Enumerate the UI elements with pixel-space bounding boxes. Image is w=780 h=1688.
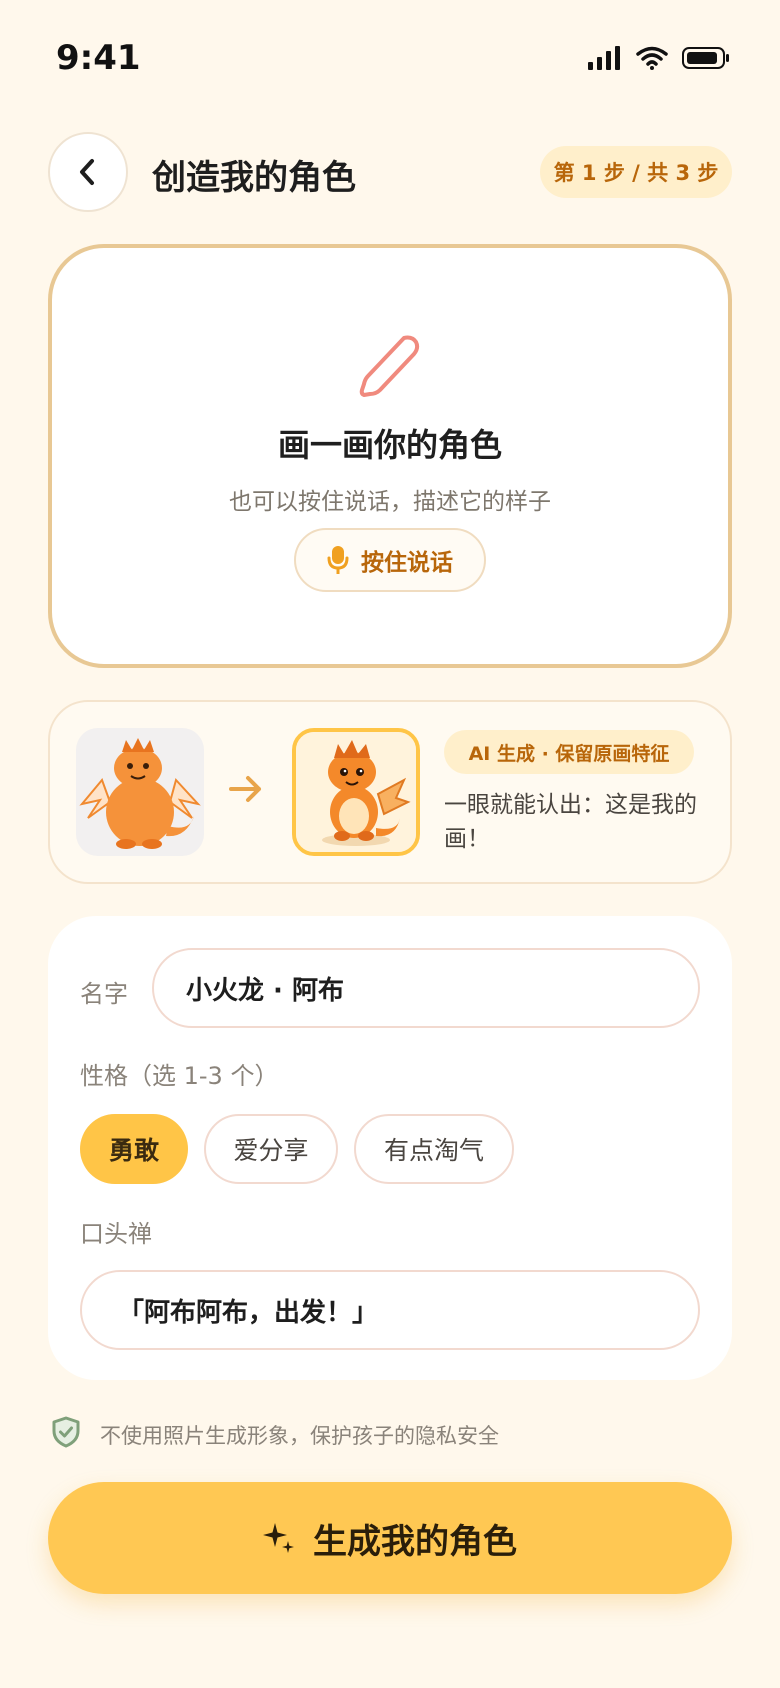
status-time: 9:41 xyxy=(56,38,141,78)
personality-label: 性格（选 1-3 个） xyxy=(80,1062,279,1090)
pencil-icon xyxy=(359,335,420,397)
catchphrase-label: 口头禅 xyxy=(80,1220,152,1248)
draw-subtitle: 也可以按住说话，描述它的样子 xyxy=(229,489,551,515)
step-badge: 第 1 步 / 共 3 步 xyxy=(540,146,732,198)
crayon-dragon-image xyxy=(79,738,201,849)
privacy-note: 不使用照片生成形象，保护孩子的隐私安全 xyxy=(100,1424,499,1448)
wifi-icon xyxy=(636,46,668,70)
trait-chip-sharing[interactable]: 爱分享 xyxy=(204,1114,338,1184)
draw-title: 画一画你的角色 xyxy=(277,426,502,464)
ai-generated-badge: AI 生成 · 保留原画特征 xyxy=(444,730,694,774)
signal-icon xyxy=(588,46,620,70)
arrow-right-icon xyxy=(229,776,261,802)
trait-chip-brave[interactable]: 勇敢 xyxy=(80,1114,188,1184)
battery-icon xyxy=(682,47,729,69)
generate-button-label: 生成我的角色 xyxy=(313,1521,517,1562)
ai-generated-thumbnail xyxy=(292,728,420,856)
back-button[interactable] xyxy=(48,132,128,212)
name-label: 名字 xyxy=(80,980,128,1008)
trait-chip-naughty[interactable]: 有点淘气 xyxy=(354,1114,514,1184)
hold-to-talk-button[interactable]: 按住说话 xyxy=(294,528,486,592)
ai-preview-description: 一眼就能认出：这是我的画！ xyxy=(444,792,697,852)
name-input[interactable]: 小火龙 · 阿布 xyxy=(152,948,700,1028)
original-drawing-thumbnail xyxy=(76,728,204,856)
page-title: 创造我的角色 xyxy=(152,158,356,198)
status-icons xyxy=(588,46,730,70)
microphone-icon xyxy=(327,546,349,574)
shield-check-icon xyxy=(52,1416,80,1448)
hold-to-talk-label: 按住说话 xyxy=(361,550,453,576)
sparkle-icon xyxy=(263,1523,294,1553)
chevron-left-icon xyxy=(80,159,94,185)
generate-character-button[interactable]: 生成我的角色 xyxy=(48,1482,732,1594)
cute-dragon-image xyxy=(296,732,416,852)
catchphrase-input[interactable]: 「阿布阿布，出发！」 xyxy=(80,1270,700,1350)
